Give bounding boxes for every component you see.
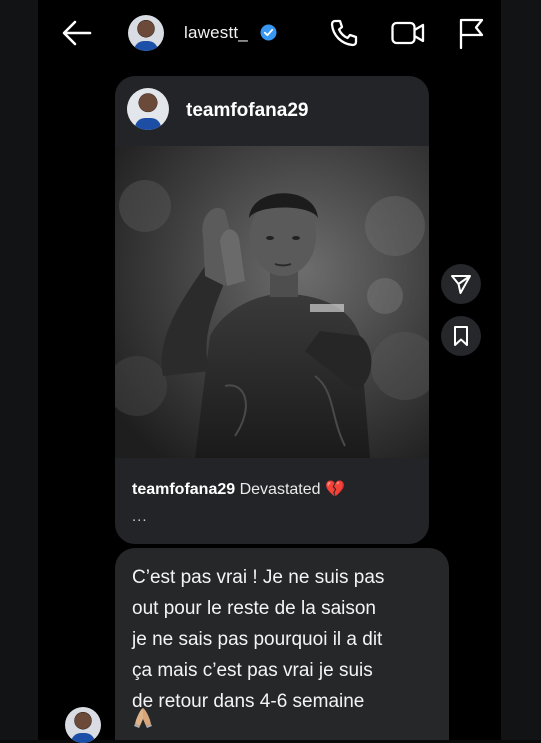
message-bubble[interactable]: C’est pas vrai ! Je ne suis pas out pour… — [115, 548, 449, 740]
contact-username[interactable]: lawestt_ — [184, 23, 248, 43]
chat-header: lawestt_ — [38, 0, 501, 66]
flag-icon[interactable] — [456, 16, 486, 50]
back-arrow-icon[interactable] — [60, 18, 94, 48]
shared-post-card[interactable]: teamfofana29 teamfofana29 Devastated 💔 .… — [115, 76, 429, 544]
caption-text: Devastated 💔 — [235, 481, 345, 498]
bookmark-icon[interactable] — [441, 316, 481, 356]
caption-username[interactable]: teamfofana29 — [132, 481, 235, 498]
dm-screen: lawestt_ teamfofana29 teamfofana29 Devas… — [38, 0, 501, 743]
post-caption[interactable]: teamfofana29 Devastated 💔 — [132, 480, 417, 500]
caption-more[interactable]: ... — [132, 508, 148, 525]
contact-avatar[interactable] — [128, 15, 164, 51]
right-border — [501, 0, 541, 740]
sender-avatar[interactable] — [65, 707, 101, 743]
send-icon[interactable] — [441, 264, 481, 304]
left-border — [0, 0, 38, 740]
phone-icon[interactable] — [328, 17, 360, 49]
post-author-username[interactable]: teamfofana29 — [186, 100, 309, 122]
post-photo[interactable] — [115, 146, 429, 458]
message-text: C’est pas vrai ! Je ne suis pas out pour… — [132, 567, 385, 712]
post-author-avatar[interactable] — [127, 88, 169, 130]
verified-badge-icon — [260, 24, 277, 41]
praying-hands-icon: 🙏 — [132, 706, 154, 728]
shared-post-header[interactable]: teamfofana29 — [115, 76, 429, 146]
video-camera-icon[interactable] — [390, 17, 426, 49]
